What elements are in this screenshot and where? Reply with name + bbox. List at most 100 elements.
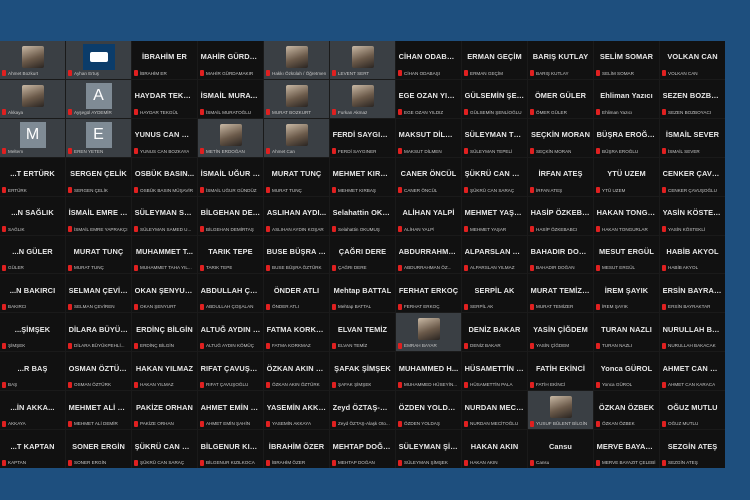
participant-tile[interactable]: ÖZKAN AKIN Ö... ÖZKAN AKIN ÖZTÜRK — [264, 352, 329, 391]
participant-tile[interactable]: İBRAHİM ER İBRAHİM ER — [132, 41, 197, 79]
participant-tile[interactable]: MAKSUT DİLMEN MAKSUT DİLMEN — [396, 118, 461, 157]
participant-tile[interactable]: MURAT TUNÇ MURAT TUNÇ — [264, 157, 329, 196]
participant-tile[interactable]: SEZGİN ATEŞ SEZGİN ATEŞ — [660, 430, 725, 468]
participant-tile[interactable]: YASİN KÖSTEKLİ YASİN KÖSTEKLİ — [660, 196, 725, 235]
participant-tile[interactable]: Ahmet Can — [264, 118, 329, 157]
participant-tile[interactable]: MUHAMMED H... MUHAMMED HÜSEYİN... — [396, 352, 461, 391]
participant-tile[interactable]: MESUT ERGÜL MESUT ERGÜL — [594, 235, 659, 274]
participant-tile[interactable]: GÜLSEMİN ŞEN... GÜLSEMİN ŞENLİOĞLU — [462, 79, 527, 118]
participant-tile[interactable]: İSMAİL EMRE Y... İSMAİL EMRE YAPRAKÇI — [66, 196, 131, 235]
participant-tile[interactable]: SELİM SOMAR SELİM SOMAR — [594, 41, 659, 79]
participant-tile[interactable]: SERGEN ÇELİK SERGEN ÇELİK — [66, 157, 131, 196]
participant-tile[interactable]: ...N GÜLER GÜLER — [0, 235, 65, 274]
participant-tile[interactable]: ...ŞİMŞEK ŞİMŞEK — [0, 313, 65, 352]
participant-tile[interactable]: ...T ERTÜRK ERTÜRK — [0, 157, 65, 196]
participant-tile[interactable]: A Ayşegül AYDEMİR — [66, 79, 131, 118]
participant-tile[interactable]: SÜLEYMAN ŞİM... SÜLEYMAN ŞİMŞEK — [396, 430, 461, 468]
participant-tile[interactable]: MEHMET YAŞAR MEHMET YAŞAR — [462, 196, 527, 235]
participant-tile[interactable]: EMRAH BAYAR — [396, 313, 461, 352]
participant-tile[interactable]: Yonca GÜROL Yonca GÜROL — [594, 352, 659, 391]
participant-tile[interactable]: ÇAĞRI DERE ÇAĞRI DERE — [330, 235, 395, 274]
participant-tile[interactable]: MEHTAP DOĞAN MEHTAP DOĞAN — [330, 430, 395, 468]
participant-tile[interactable]: Ehliman Yazıcı Ehliman Yazıcı — [594, 79, 659, 118]
participant-tile[interactable]: ALTUĞ AYDIN K... ALTUĞ AYDIN KÖMÜÇ — [198, 313, 263, 352]
participant-tile[interactable]: MAHİR GÜRDA... MAHİR GÜRDAMAKIR — [198, 41, 263, 79]
participant-tile[interactable]: Zeyd ÖZTAŞ-Al... Zeyd ÖZTAŞ-Alaşk Oto... — [330, 391, 395, 430]
participant-tile[interactable]: İREM ŞAYIK İREM ŞAYIK — [594, 274, 659, 313]
participant-tile[interactable]: ERMAN GEÇİM ERMAN GEÇİM — [462, 41, 527, 79]
participant-tile[interactable]: EGE OZAN YILDIZ EGE OZAN YILDIZ — [396, 79, 461, 118]
participant-tile[interactable]: FATİH EKİNCİ FATİH EKİNCİ — [528, 352, 593, 391]
participant-tile[interactable]: E EREN YETEN — [66, 118, 131, 157]
participant-tile[interactable]: BİLGENUR KIZIL... BİLGENUR KIZILKOCA — [198, 430, 263, 468]
participant-tile[interactable]: BİLGEHAN DEM... BİLGEHAN DEMİRTAŞ — [198, 196, 263, 235]
participant-tile[interactable]: Furkan Akmaz — [330, 79, 395, 118]
participant-tile[interactable]: İRFAN ATEŞ İRFAN ATEŞ — [528, 157, 593, 196]
participant-tile[interactable]: ŞÜKRÜ CAN SA... ŞÜKRÜ CAN SARAÇ — [462, 157, 527, 196]
participant-tile[interactable]: YASİN ÇİĞDEM YASİN ÇİĞDEM — [528, 313, 593, 352]
participant-tile[interactable]: SEÇKİN MORAN SEÇKİN MORAN — [528, 118, 593, 157]
participant-tile[interactable]: SÜLEYMAN TEP... SÜLEYMAN TEPELİ — [462, 118, 527, 157]
participant-tile[interactable]: M Meltem — [0, 118, 65, 157]
participant-tile[interactable]: Ahmet Bozkurt — [0, 41, 65, 79]
participant-tile[interactable]: ASLIHAN AYDI... ASLIHAN AYDIN KOŞAR — [264, 196, 329, 235]
participant-tile[interactable]: Mehtap BATTAL Mehtap BATTAL — [330, 274, 395, 313]
participant-tile[interactable]: OKAN ŞENYURT OKAN ŞENYURT — [132, 274, 197, 313]
participant-tile[interactable]: HÜSAMETTİN P... HÜSAMETTİN PALA — [462, 352, 527, 391]
participant-tile[interactable]: MURAT TEMİZER MURAT TEMİZER — [528, 274, 593, 313]
participant-tile[interactable]: MEHMET ALİ D... MEHMET ALİ DEMİR — [66, 391, 131, 430]
participant-tile[interactable]: ÖZKAN ÖZBEK ÖZKAN ÖZBEK — [594, 391, 659, 430]
participant-tile[interactable]: VOLKAN CAN VOLKAN CAN — [660, 41, 725, 79]
participant-tile[interactable]: MEHMET KIRBAŞ MEHMET KIRBAŞ — [330, 157, 395, 196]
participant-tile[interactable]: RIFAT ÇAVUŞO... RIFAT ÇAVUŞOĞLU — [198, 352, 263, 391]
participant-tile[interactable]: İSMAİL SEVER İSMAİL SEVER — [660, 118, 725, 157]
participant-tile[interactable]: İSMAİL MURAT... İSMAİL MURATOĞLU — [198, 79, 263, 118]
participant-tile[interactable]: HAKAN AKIN HAKAN AKIN — [462, 430, 527, 468]
participant-tile[interactable]: SEZEN BOZBOY... SEZEN BOZBOYACI — [660, 79, 725, 118]
participant-tile[interactable]: SÜLEYMAN SA... SÜLEYMAN SAMED U... — [132, 196, 197, 235]
participant-tile[interactable]: NURDAN MECİ... NURDAN MECİTOĞLU — [462, 391, 527, 430]
participant-tile[interactable]: ALPARSLAN YIL... ALPARSLAN YILMAZ — [462, 235, 527, 274]
participant-tile[interactable]: ÖNDER ATLI ÖNDER ATLI — [264, 274, 329, 313]
participant-tile[interactable]: DİLARA BÜYÜK... DİLARA BÜYÜKPEHLİ... — [66, 313, 131, 352]
participant-tile[interactable]: YTÜ UZEM YTÜ UZEM — [594, 157, 659, 196]
participant-tile[interactable]: MURAT BOZKURT — [264, 79, 329, 118]
participant-tile[interactable]: PAKİZE ORHAN PAKİZE ORHAN — [132, 391, 197, 430]
participant-tile[interactable]: ...T KAPTAN KAPTAN — [0, 430, 65, 468]
participant-tile[interactable]: SELMAN ÇEVİREN SELMAN ÇEVİREN — [66, 274, 131, 313]
participant-tile[interactable]: BUSE BÜŞRA Ö... BUSE BÜŞRA ÖZTÜRK — [264, 235, 329, 274]
participant-tile[interactable]: İBRAHİM ÖZER İBRAHİM ÖZER — [264, 430, 329, 468]
participant-tile[interactable]: MERVE BAYAZI... MERVE BAYAZIT ÇELEBİ — [594, 430, 659, 468]
participant-tile[interactable]: METİN ERDOĞAN — [198, 118, 263, 157]
participant-tile[interactable]: HAKAN TONGU... HAKAN TONGURLAR — [594, 196, 659, 235]
participant-tile[interactable]: OĞUZ MUTLU OĞUZ MUTLU — [660, 391, 725, 430]
participant-tile[interactable]: HASİP ÖZKEBA... HASİP ÖZKEBABCI — [528, 196, 593, 235]
participant-tile[interactable]: CANER ÖNCÜL CANER ÖNCÜL — [396, 157, 461, 196]
participant-tile[interactable]: ERSİN BAYRAKT... ERSİN BAYRAKTAR — [660, 274, 725, 313]
participant-tile[interactable]: FERDİ SAYGINER FERDİ SAYGINER — [330, 118, 395, 157]
participant-tile[interactable]: Cansu Cansu — [528, 430, 593, 468]
participant-tile[interactable]: HABİB AKYOL HABİB AKYOL — [660, 235, 725, 274]
participant-tile[interactable]: YUSUF BÜLENT BİLGİN — [528, 391, 593, 430]
participant-tile[interactable]: ŞÜKRÜ CAN SA... ŞÜKRÜ CAN SARAÇ — [132, 430, 197, 468]
participant-tile[interactable]: TARIK TEPE TARIK TEPE — [198, 235, 263, 274]
participant-tile[interactable]: CENKER ÇAVUŞ... CENKER ÇAVUŞOĞLU — [660, 157, 725, 196]
participant-tile[interactable]: BÜŞRA EROĞLU BÜŞRA EROĞLU — [594, 118, 659, 157]
participant-tile[interactable]: HAYDAR TEKGÜL HAYDAR TEKGÜL — [132, 79, 197, 118]
participant-tile[interactable]: LEVENT SERT — [330, 41, 395, 79]
participant-tile[interactable]: BAHADIR DOĞAN BAHADIR DOĞAN — [528, 235, 593, 274]
participant-tile[interactable]: ELVAN TEMİZ ELVAN TEMİZ — [330, 313, 395, 352]
participant-tile[interactable]: FATMA KORKM... FATMA KORKMAZ — [264, 313, 329, 352]
participant-tile[interactable]: ÖZDEN YOLDA... ÖZDEN YOLDAŞ — [396, 391, 461, 430]
participant-tile[interactable]: YASEMİN AKKA... YASEMİN AKKAYA — [264, 391, 329, 430]
participant-tile[interactable]: ...N SAĞLIK SAĞLIK — [0, 196, 65, 235]
participant-tile[interactable]: DENİZ BAKAR DENİZ BAKAR — [462, 313, 527, 352]
participant-tile[interactable]: ALİHAN YALPİ ALİHAN YALPİ — [396, 196, 461, 235]
participant-tile[interactable]: MUHAMMET T... MUHAMMET TAHA YIL... — [132, 235, 197, 274]
participant-tile[interactable]: FERHAT ERKOÇ FERHAT ERKOÇ — [396, 274, 461, 313]
participant-tile[interactable]: ...N BAKIRCI BAKIRCI — [0, 274, 65, 313]
participant-tile[interactable]: OSBÜK BASIN... OSBÜK BASIN MÜŞAVİR — [132, 157, 197, 196]
participant-tile[interactable]: ŞAFAK ŞİMŞEK ŞAFAK ŞİMŞEK — [330, 352, 395, 391]
participant-tile[interactable]: AHMET CAN KA... AHMET CAN KARACA — [660, 352, 725, 391]
participant-tile[interactable]: Hakkı Özkülah / Öğretmen — [264, 41, 329, 79]
